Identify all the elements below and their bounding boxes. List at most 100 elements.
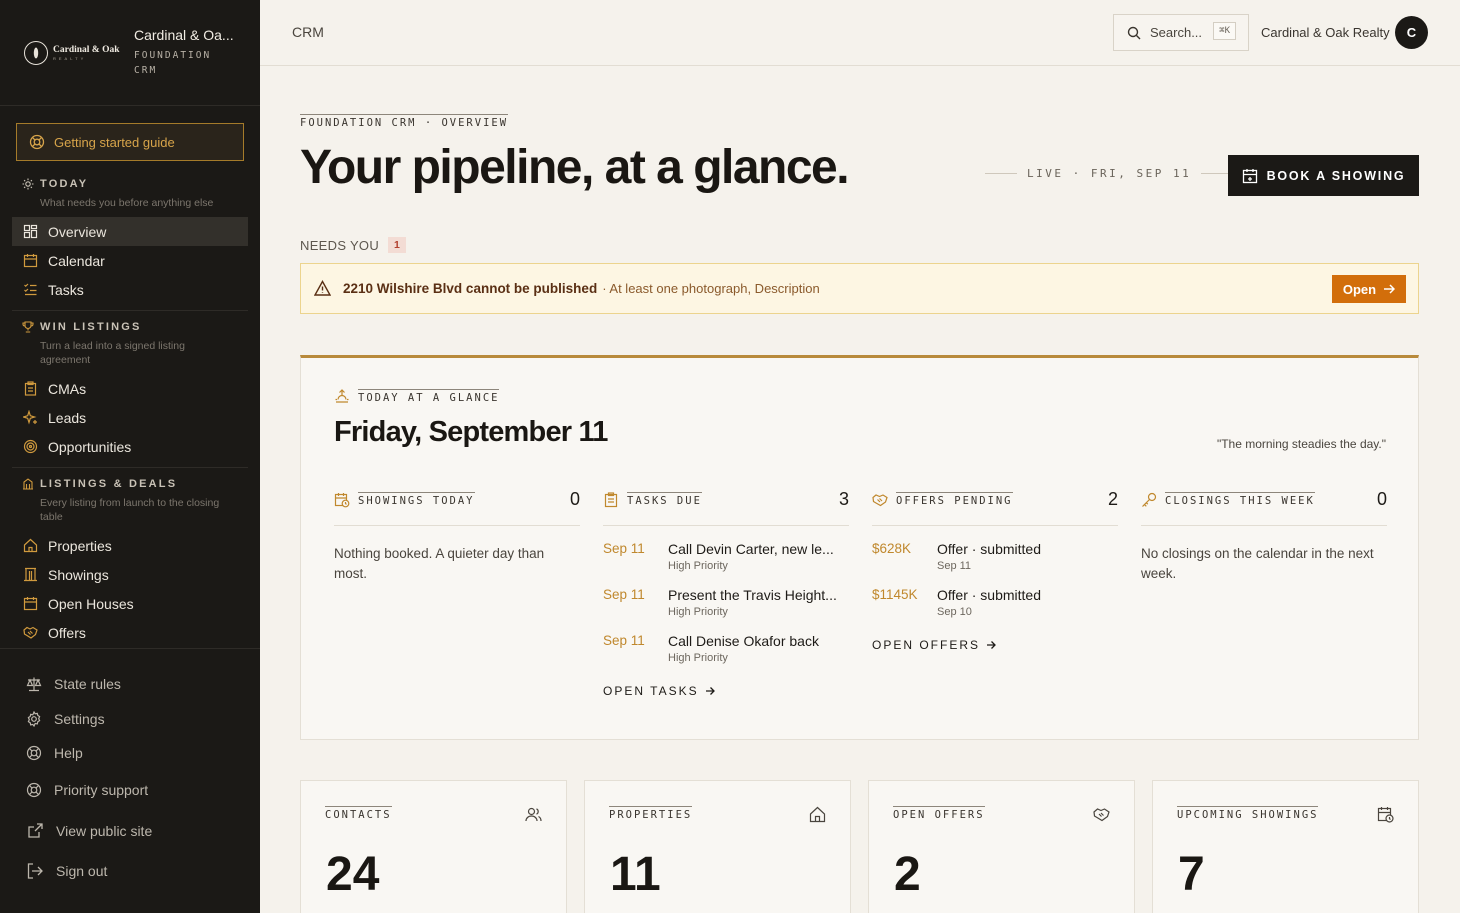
sidebar-item-label: View public site xyxy=(56,823,153,839)
sidebar-item-view-public-site[interactable]: View public site xyxy=(26,822,152,840)
scale-icon xyxy=(26,676,42,692)
alert-open-button[interactable]: Open xyxy=(1332,275,1406,303)
home-icon xyxy=(809,806,826,823)
overview-icon xyxy=(23,224,38,239)
logo-text: Cardinal & Oak xyxy=(53,44,120,55)
brand-subtitle-line1: FOUNDATION xyxy=(134,50,212,61)
task-row[interactable]: Sep 11 Call Denise Okafor back High Prior… xyxy=(603,633,849,664)
building-icon xyxy=(23,567,38,582)
needs-you-count-badge: 1 xyxy=(388,237,407,253)
sidebar-item-leads[interactable]: Leads xyxy=(12,403,248,432)
book-showing-button[interactable]: BOOK A SHOWING xyxy=(1228,155,1419,196)
divider xyxy=(12,467,248,468)
task-row[interactable]: Sep 11 Present the Travis Height... High … xyxy=(603,587,849,618)
stat-label: CONTACTS xyxy=(325,806,392,821)
sidebar-item-offers[interactable]: Offers xyxy=(12,618,248,647)
search-input[interactable]: Search... ⌘K xyxy=(1113,14,1249,51)
task-date: Sep 11 xyxy=(603,541,645,556)
section-listings-deals-heading: LISTINGS & DEALS xyxy=(0,478,260,490)
task-date: Sep 11 xyxy=(603,633,645,648)
stat-value: 11 xyxy=(610,848,661,901)
task-title: Call Devin Carter, new le... xyxy=(668,541,834,557)
calendar-icon xyxy=(23,253,38,268)
task-priority: High Priority xyxy=(668,560,728,572)
key-icon xyxy=(1141,492,1157,508)
stat-card-properties[interactable]: PROPERTIES 11 xyxy=(584,780,851,913)
sidebar-item-label: Open Houses xyxy=(48,595,134,612)
offers-pending-column: OFFERS PENDING 2 $628K Offer · submitted… xyxy=(872,486,1118,652)
column-count: 2 xyxy=(1107,489,1118,509)
task-title: Call Denise Okafor back xyxy=(668,633,819,649)
sidebar-item-label: Offers xyxy=(48,624,86,641)
offer-status: Offer · submitted xyxy=(937,541,1042,557)
calendar-icon xyxy=(1242,168,1258,184)
getting-started-guide-button[interactable]: Getting started guide xyxy=(16,123,244,161)
column-header: CLOSINGS THIS WEEK 0 xyxy=(1141,486,1387,526)
column-header: SHOWINGS TODAY 0 xyxy=(334,486,580,526)
stat-value: 24 xyxy=(326,848,380,901)
sidebar-item-label: Sign out xyxy=(56,863,108,879)
stat-label: UPCOMING SHOWINGS xyxy=(1177,806,1319,821)
sidebar-item-label: Calendar xyxy=(48,252,105,269)
stat-card-open-offers[interactable]: OPEN OFFERS 2 xyxy=(868,780,1135,913)
offer-amount: $628K xyxy=(872,541,912,556)
offer-row[interactable]: $628K Offer · submitted Sep 11 xyxy=(872,541,1118,572)
column-count: 3 xyxy=(838,489,849,509)
column-header: OFFERS PENDING 2 xyxy=(872,486,1118,526)
brand-name: Cardinal & Oa... xyxy=(134,27,234,43)
stat-label: PROPERTIES xyxy=(609,806,693,821)
task-title: Present the Travis Height... xyxy=(668,587,837,603)
stat-card-upcoming-showings[interactable]: UPCOMING SHOWINGS 7 xyxy=(1152,780,1419,913)
arrow-right-icon xyxy=(1383,283,1396,295)
section-description: Turn a lead into a signed listing agreem… xyxy=(40,340,185,366)
sidebar-item-label: Showings xyxy=(48,566,109,583)
section-title: LISTINGS & DEALS xyxy=(40,478,178,490)
glance-quote: "The morning steadies the day." xyxy=(1216,437,1386,451)
sidebar-item-sign-out[interactable]: Sign out xyxy=(26,862,107,880)
column-header: TASKS DUE 3 xyxy=(603,486,849,526)
sidebar-item-properties[interactable]: Properties xyxy=(12,531,248,560)
sidebar-item-tasks[interactable]: Tasks xyxy=(12,275,248,304)
sunrise-icon xyxy=(334,388,350,404)
sidebar-item-state-rules[interactable]: State rules xyxy=(26,676,121,692)
avatar[interactable]: C xyxy=(1395,16,1428,49)
sidebar-item-overview[interactable]: Overview xyxy=(12,217,248,246)
task-row[interactable]: Sep 11 Call Devin Carter, new le... High … xyxy=(603,541,849,572)
card-eyebrow: TODAY AT A GLANCE xyxy=(334,388,500,404)
brand-logo[interactable]: Cardinal & Oak REALTY xyxy=(24,40,120,65)
brand-subtitle-line2: CRM xyxy=(134,65,158,76)
calendar-clock-icon xyxy=(1377,806,1394,823)
handshake-icon xyxy=(1093,806,1110,823)
account-name[interactable]: Cardinal & Oak Realty xyxy=(1261,25,1390,40)
target-icon xyxy=(23,439,38,454)
sidebar-nav: TODAY What needs you before anything els… xyxy=(0,178,260,647)
stat-card-contacts[interactable]: CONTACTS 24 xyxy=(300,780,567,913)
sidebar-item-priority-support[interactable]: Priority support xyxy=(26,782,148,798)
sidebar-item-opportunities[interactable]: Opportunities xyxy=(12,432,248,461)
page-title: Your pipeline, at a glance. xyxy=(300,141,850,194)
keyboard-shortcut-badge: ⌘K xyxy=(1213,22,1236,40)
sidebar-item-cmas[interactable]: CMAs xyxy=(12,374,248,403)
breadcrumb[interactable]: CRM xyxy=(292,24,324,40)
needs-you-heading: NEEDS YOU 1 xyxy=(300,237,407,253)
needs-you-label: NEEDS YOU xyxy=(300,237,380,253)
sidebar-item-settings[interactable]: Settings xyxy=(26,711,105,727)
live-date-text: LIVE · FRI, SEP 11 xyxy=(1027,167,1192,180)
showings-today-column: SHOWINGS TODAY 0 Nothing booked. A quiet… xyxy=(334,486,580,584)
gear-icon xyxy=(26,711,42,727)
sidebar-item-open-houses[interactable]: Open Houses xyxy=(12,589,248,618)
sidebar-item-label: Opportunities xyxy=(48,438,132,455)
sidebar-footer: State rules Settings Help Priority suppo… xyxy=(0,648,260,913)
sidebar-item-help[interactable]: Help xyxy=(26,745,83,761)
sidebar-item-showings[interactable]: Showings xyxy=(12,560,248,589)
open-tasks-link[interactable]: OPEN TASKS xyxy=(603,684,849,698)
offer-status: Offer · submitted xyxy=(937,587,1042,603)
sidebar-item-label: Overview xyxy=(48,223,107,240)
open-offers-link[interactable]: OPEN OFFERS xyxy=(872,638,1118,652)
sidebar-item-calendar[interactable]: Calendar xyxy=(12,246,248,275)
column-title: SHOWINGS TODAY xyxy=(358,492,475,507)
sign-out-icon xyxy=(26,862,44,880)
offer-row[interactable]: $1145K Offer · submitted Sep 10 xyxy=(872,587,1118,618)
top-bar: CRM Search... ⌘K Cardinal & Oak Realty C xyxy=(260,0,1460,66)
tasks-icon xyxy=(23,282,38,297)
